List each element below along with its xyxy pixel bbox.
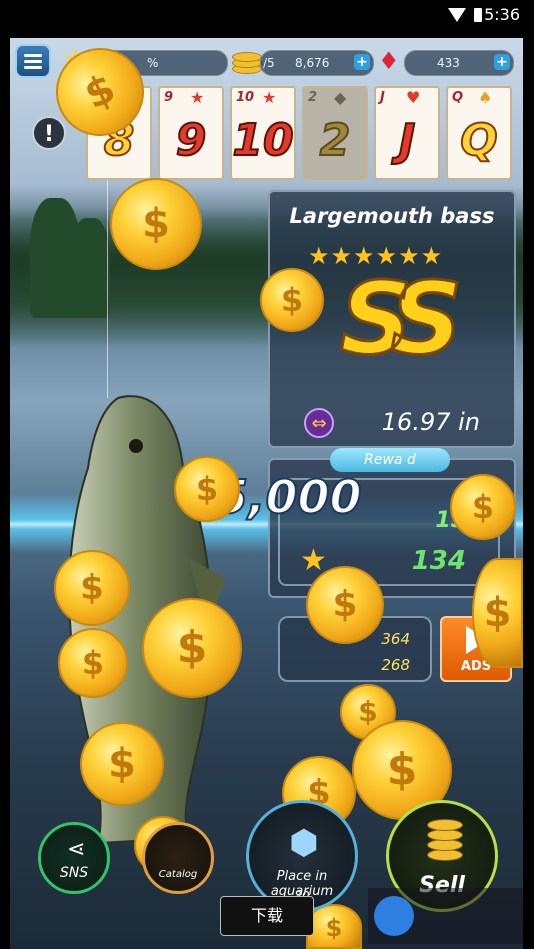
watermark-logo bbox=[368, 888, 523, 944]
coin-icon: $ bbox=[58, 628, 128, 698]
coins-value: 8,676 bbox=[295, 56, 330, 70]
game-screen: ★ % /5 8,676 + ♦ 433 + ! 8♠ 8 9★ 9 10★ 1… bbox=[10, 38, 523, 949]
fishing-line bbox=[107, 178, 108, 398]
coins-fraction: /5 bbox=[263, 56, 275, 70]
menu-button[interactable] bbox=[15, 44, 51, 78]
download-button[interactable]: 下载 bbox=[220, 896, 314, 936]
grade-label: SS bbox=[338, 260, 464, 377]
coin-icon: $ bbox=[110, 178, 202, 270]
card-value: 9 bbox=[175, 114, 208, 167]
card-2: 9 ★ 9 bbox=[158, 86, 224, 180]
battery-icon bbox=[474, 8, 482, 22]
sns-share-button[interactable]: ⋖ SNS bbox=[38, 822, 110, 894]
clock: 5:36 bbox=[484, 5, 520, 24]
fish-name: Largemouth bass bbox=[289, 204, 495, 228]
coin-icon: $ bbox=[260, 268, 324, 332]
coin-stack-icon bbox=[427, 819, 463, 863]
card-value: 2 bbox=[319, 114, 352, 167]
card-4: 2 ◆ 2 bbox=[302, 86, 368, 180]
watermark-logo-icon bbox=[374, 896, 414, 936]
gems-value: 433 bbox=[437, 56, 460, 70]
card-value: 10 bbox=[231, 114, 294, 167]
box-icon: ⬢ bbox=[289, 823, 319, 863]
coin-icon: $ bbox=[174, 456, 240, 522]
coin-icon: $ bbox=[450, 474, 516, 540]
status-bar: 5:36 bbox=[0, 0, 534, 30]
alert-button[interactable]: ! bbox=[32, 116, 66, 150]
coin-icon: $ bbox=[142, 598, 242, 698]
gem-icon: ♦ bbox=[378, 47, 400, 75]
total-exp: 268 bbox=[381, 656, 410, 674]
card-value: Q bbox=[459, 114, 498, 167]
fish-length: 16.97 in bbox=[381, 408, 480, 436]
coins-counter: /5 8,676 + bbox=[260, 50, 374, 76]
reward-tag: Rewa d bbox=[330, 448, 450, 472]
card-value: J bbox=[398, 114, 416, 167]
coin-icon: $ bbox=[306, 904, 362, 949]
catalog-button[interactable]: Catalog bbox=[142, 822, 214, 894]
ruler-icon: ⇔ bbox=[304, 408, 334, 438]
share-icon: ⋖ bbox=[67, 837, 86, 862]
coin-icon: $ bbox=[472, 558, 523, 668]
card-6: Q ♠ Q bbox=[446, 86, 512, 180]
reward-exp: 134 bbox=[411, 546, 466, 576]
add-gems-button[interactable]: + bbox=[494, 54, 510, 70]
coin-icon: $ bbox=[80, 722, 164, 806]
add-coins-button[interactable]: + bbox=[354, 54, 370, 70]
coins-icon bbox=[232, 48, 262, 74]
tree-decoration bbox=[70, 218, 110, 318]
total-coins: 364 bbox=[381, 630, 410, 648]
level-progress-text: % bbox=[147, 56, 159, 70]
card-5: J ♥ J bbox=[374, 86, 440, 180]
coin-icon: $ bbox=[54, 550, 130, 626]
catalog-label: Catalog bbox=[158, 869, 198, 880]
card-3: 10 ★ 10 bbox=[230, 86, 296, 180]
wifi-icon bbox=[448, 8, 466, 22]
coin-icon: $ bbox=[306, 566, 384, 644]
sns-label: SNS bbox=[59, 865, 89, 881]
gems-counter: 433 + bbox=[404, 50, 514, 76]
